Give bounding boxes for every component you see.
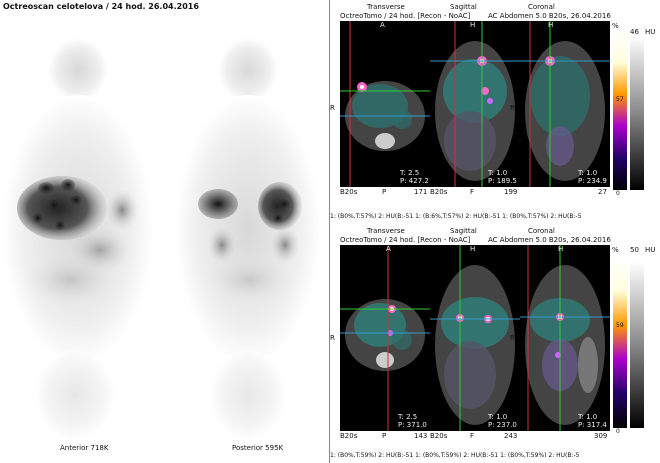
top-num-3: 27 [598,188,607,196]
bottom-orient-r: R [330,334,335,342]
bottom-scale-pct: % [612,246,619,254]
top-scale-bottom: 0 [616,190,620,197]
top-num-2: 199 [504,188,518,196]
top-color-scale [613,30,627,190]
top-num-1: 171 [414,188,428,196]
top-orient-l: L [432,104,436,112]
top-header-left: OctreoTomo / 24 hod. [Recon - NoAC] [340,12,471,20]
top-scale-top: 46 [630,28,639,36]
anterior-head [48,38,108,102]
top-footer: 1: (B0%,T:57%) 2: HU(B:-51 1: (B:6%,T:57… [330,213,582,220]
bottom-scale-mid: 59 [616,322,624,329]
bottom-t-transverse: T: 2.5 [398,413,418,421]
orient-h: H [470,21,476,29]
bottom-sagittal-panel[interactable]: H T: 1.0 P: 237.0 [430,245,520,431]
bottom-scale-hu: HU [645,246,656,254]
top-t-transverse: T: 2.5 [400,169,420,177]
bottom-gray-scale [630,262,644,428]
b-orient-a: A [386,245,391,253]
top-pnum-1: P [382,188,387,196]
bottom-kernel-1: B20s [340,432,358,440]
bottom-pnum-1: P [382,432,387,440]
posterior-head [218,38,278,102]
bottom-coronal-panel[interactable]: H T: 1.0 P: 317.4 [520,245,610,431]
planar-scan-area: Octreoscan celotelova / 24 hod. 26.04.20… [0,0,330,463]
top-view-label-transverse: Transverse [367,3,405,11]
bottom-t-sagittal: T: 1.0 [488,413,508,421]
bottom-scale-bottom: 0 [616,428,620,435]
bottom-pnum-2: F [470,432,475,440]
bottom-color-scale [613,256,627,428]
top-p-sagittal: P: 189.5 [488,177,517,185]
bottom-num-2: 243 [504,432,518,440]
bottom-num-1: 143 [414,432,428,440]
top-gray-scale [630,36,644,190]
bottom-view-label-transverse: Transverse [367,227,405,235]
top-orient-r: R [330,104,335,112]
anterior-label: Anterior 718K [60,444,109,452]
anterior-spleen [106,190,138,230]
top-pnum-2: F [470,188,475,196]
top-p-transverse: P: 427.2 [400,177,429,185]
posterior-label: Posterior 595K [232,444,284,452]
top-orient-r2: R [510,104,515,112]
bottom-p-sagittal: P: 237.0 [488,421,517,429]
top-kernel-2: B20s [430,188,448,196]
top-scale-hu: HU [645,28,656,36]
top-kernel-1: B20s [340,188,358,196]
bottom-num-3: 309 [594,432,608,440]
bottom-scale-top: 50 [630,246,639,254]
top-header-right: AC Abdomen 5.0 B20s, 26.04.2016 [488,12,611,20]
bottom-p-coronal: P: 317.4 [578,421,607,429]
top-transverse-panel[interactable]: A T: 2.5 P: 427.2 [340,21,430,187]
top-scale-pct: % [612,22,619,30]
top-view-label-coronal: Coronal [528,3,555,11]
bottom-kernel-2: B20s [430,432,448,440]
top-coronal-panel[interactable]: H T: 1.0 P: 234.9 [520,21,610,187]
posterior-torso [176,95,320,365]
orient-a: A [380,21,385,29]
bottom-orient-r2: R [510,334,515,342]
b-orient-h2: H [558,245,564,253]
bottom-orient-l: L [432,334,436,342]
top-t-sagittal: T: 1.0 [488,169,508,177]
top-scale-mid: 57 [616,96,624,103]
top-t-coronal: T: 1.0 [578,169,598,177]
spect-ct-area: Transverse Sagittal Coronal OctreoTomo /… [330,0,660,463]
bottom-view-label-sagittal: Sagittal [450,227,477,235]
top-p-coronal: P: 234.9 [578,177,607,185]
bottom-p-transverse: P: 371.0 [398,421,427,429]
bottom-transverse-panel[interactable]: A T: 2.5 P: 371.0 [340,245,430,431]
bottom-view-label-coronal: Coronal [528,227,555,235]
top-view-label-sagittal: Sagittal [450,3,477,11]
bottom-footer: 1: (B0%,T:59%) 2: HU(B:-51 1: (B0%,T:59%… [330,452,580,459]
planar-images [3,38,320,440]
top-sagittal-panel[interactable]: H T: 1.0 P: 189.5 [430,21,520,187]
bottom-t-coronal: T: 1.0 [578,413,598,421]
orient-h2: H [548,21,554,29]
bottom-header-left: OctreoTomo / 24 hod. [Recon - NoAC] [340,236,471,244]
bottom-header-right: AC Abdomen 5.0 B20s, 26.04.2016 [488,236,611,244]
posterior-spleen [198,189,238,219]
b-orient-h: H [470,245,476,253]
